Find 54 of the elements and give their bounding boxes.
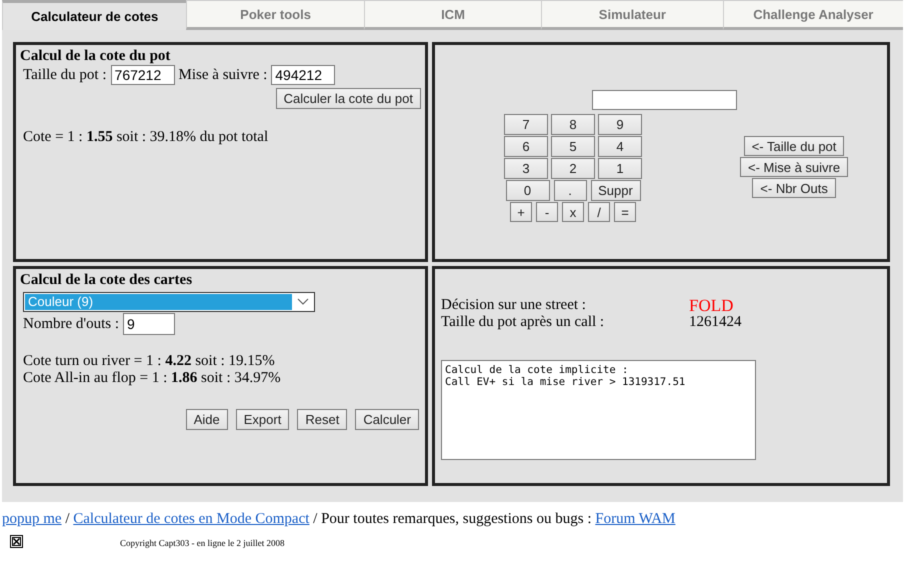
keypad-key[interactable]: 8 xyxy=(551,114,595,135)
keypad-key[interactable]: . xyxy=(554,180,586,201)
chevron-icon xyxy=(297,298,309,306)
result-value: 1261424 xyxy=(689,314,742,331)
input-field[interactable]: 494212 xyxy=(271,65,336,85)
input-field[interactable]: 9 xyxy=(123,313,176,335)
input-field[interactable]: 767212 xyxy=(110,65,175,85)
tab[interactable]: Challenge Analyser xyxy=(722,0,903,30)
operator-key[interactable]: / xyxy=(588,202,610,222)
send-value-button[interactable]: <- Mise à suivre xyxy=(740,157,848,177)
keypad-key[interactable]: 5 xyxy=(551,136,595,157)
pot-odds-result: Cote = 1 : 1.55 soit : 39.18% du pot total xyxy=(23,129,270,146)
keypad-key[interactable]: 7 xyxy=(504,114,548,135)
action-button[interactable]: Export xyxy=(236,409,290,430)
card-odds-result: Cote All-in au flop = 1 : 1.86 soit : 34.97% xyxy=(23,370,282,387)
result-label: Taille du pot après un call : xyxy=(441,314,606,331)
field-label: Taille du pot : xyxy=(23,66,107,84)
keypad-key[interactable]: 1 xyxy=(598,158,642,179)
implied-odds-box[interactable]: Calcul de la cote implicite : Call EV+ si la mise river > 1319317.51 xyxy=(441,360,756,460)
action-button[interactable]: Reset xyxy=(297,409,348,430)
operator-key[interactable]: x xyxy=(562,202,584,222)
panel-title: Calcul de la cote des cartes xyxy=(20,272,194,289)
action-button[interactable]: Aide xyxy=(186,409,228,430)
calculate-pot-odds-button[interactable]: Calculer la cote du pot xyxy=(276,88,421,109)
broken-image-icon xyxy=(10,534,23,548)
copyright-text: Copyright Capt303 - en ligne le 2 juillet 2008 xyxy=(120,538,284,548)
footer-link[interactable]: popup me xyxy=(2,511,62,527)
panel-title: Calcul de la cote du pot xyxy=(20,48,172,65)
field-label: Mise à suivre : xyxy=(178,66,268,84)
keypad-key[interactable]: 4 xyxy=(598,136,642,157)
keypad-key[interactable]: 0 xyxy=(506,180,550,201)
tab[interactable]: Calculateur de cotes xyxy=(2,0,186,30)
keypad-key[interactable]: 9 xyxy=(598,114,642,135)
result-value: FOLD xyxy=(689,297,734,314)
operator-key[interactable]: + xyxy=(510,202,532,222)
action-button[interactable]: Calculer xyxy=(355,409,419,430)
keypad-key[interactable]: Suppr xyxy=(590,180,640,201)
operator-key[interactable]: - xyxy=(536,202,558,222)
send-value-button[interactable]: <- Nbr Outs xyxy=(752,178,836,198)
keypad-key[interactable]: 2 xyxy=(551,158,595,179)
tab[interactable]: Simulateur xyxy=(541,0,723,30)
keypad-key[interactable]: 3 xyxy=(504,158,548,179)
send-value-button[interactable]: <- Taille du pot xyxy=(744,136,844,156)
display-field[interactable] xyxy=(592,90,737,110)
result-label: Décision sur une street : xyxy=(441,297,587,314)
footer-link[interactable]: Forum WAM xyxy=(595,511,676,527)
tab[interactable]: Poker tools xyxy=(186,0,364,30)
footer-link[interactable]: Calculateur de cotes en Mode Compact xyxy=(73,511,310,527)
operator-key[interactable]: = xyxy=(614,202,636,222)
tab[interactable]: ICM xyxy=(364,0,542,30)
field-label: Nombre d'outs : xyxy=(23,316,120,332)
card-odds-result: Cote turn ou river = 1 : 4.22 soit : 19.15% xyxy=(23,353,276,370)
keypad-key[interactable]: 6 xyxy=(504,136,548,157)
footer-text: popup me / Calculateur de cotes en Mode Compact / Pour toutes remarques, suggestions ou bugs : Forum WAM xyxy=(2,511,676,528)
